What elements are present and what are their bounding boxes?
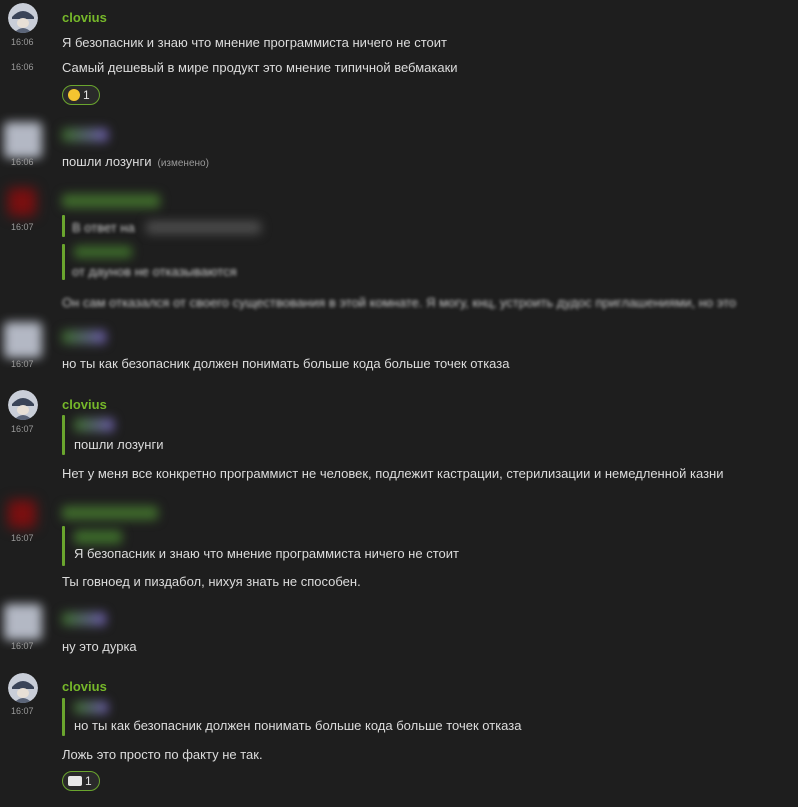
grinning-face-icon <box>68 89 80 101</box>
quote-text: от даунов не отказываются <box>72 264 237 279</box>
timestamp: 16:06 <box>11 157 34 167</box>
quote-bar <box>62 698 65 736</box>
sender-name-blurred[interactable] <box>62 506 158 520</box>
sender-name[interactable]: clovius <box>62 10 107 25</box>
sender-name[interactable]: clovius <box>62 397 107 412</box>
avatar-blurred[interactable] <box>4 322 42 358</box>
quote-text: пошли лозунги <box>74 437 164 452</box>
message-text: ну это дурка <box>62 639 137 654</box>
message-body: пошли лозунги <box>62 154 152 169</box>
avatar-clovius[interactable] <box>8 3 38 33</box>
quote-sender-blurred <box>74 246 132 258</box>
message-text: Ложь это просто по факту не так. <box>62 747 263 762</box>
reply-label: В ответ на <box>72 220 135 235</box>
message-text: Ты говноед и пиздабол, нихуя знать не сп… <box>62 574 361 589</box>
avatar-image <box>8 3 38 33</box>
message-text: Нет у меня все конкретно программист не … <box>62 466 724 481</box>
quote-text: но ты как безопасник должен понимать бол… <box>74 718 522 733</box>
quote-sender-blurred <box>74 418 114 432</box>
avatar-blurred[interactable] <box>8 500 36 528</box>
quote-bar <box>62 244 65 280</box>
avatar-blurred[interactable] <box>8 188 36 216</box>
avatar-clovius[interactable] <box>8 390 38 420</box>
reaction-count: 1 <box>83 88 90 102</box>
edited-label: (изменено) <box>157 158 209 169</box>
reaction-count: 1 <box>85 774 92 788</box>
quote-bar <box>62 526 65 566</box>
sender-name-blurred[interactable] <box>62 612 106 626</box>
message-text: Самый дешевый в мире продукт это мнение … <box>62 60 458 75</box>
avatar-image <box>8 390 38 420</box>
reaction-badge[interactable]: 1 <box>62 85 100 105</box>
reaction-badge[interactable]: 1 <box>62 771 100 791</box>
quote-sender-blurred <box>74 530 122 544</box>
quote-bar <box>62 415 65 455</box>
quote-sender-blurred <box>74 701 108 714</box>
message-text: пошли лозунги (изменено) <box>62 154 209 169</box>
avatar-blurred[interactable] <box>4 122 42 158</box>
reply-target-blurred[interactable] <box>146 221 261 234</box>
timestamp: 16:06 <box>11 62 34 72</box>
timestamp: 16:07 <box>11 533 34 543</box>
message-text: Он сам отказался от своего существования… <box>62 295 737 310</box>
sender-name-blurred[interactable] <box>62 330 106 344</box>
sender-name-blurred[interactable] <box>62 194 160 208</box>
message-text: но ты как безопасник должен понимать бол… <box>62 356 510 371</box>
ambulance-icon <box>68 776 82 786</box>
message-text: Я безопасник и знаю что мнение программи… <box>62 35 447 50</box>
timestamp: 16:07 <box>11 359 34 369</box>
avatar-image <box>8 673 38 703</box>
timestamp: 16:07 <box>11 641 34 651</box>
timestamp: 16:07 <box>11 706 34 716</box>
timestamp: 16:07 <box>11 424 34 434</box>
timestamp: 16:06 <box>11 37 34 47</box>
avatar-blurred[interactable] <box>4 604 42 640</box>
quote-bar <box>62 215 65 237</box>
avatar-clovius[interactable] <box>8 673 38 703</box>
timestamp: 16:07 <box>11 222 34 232</box>
sender-name[interactable]: clovius <box>62 679 107 694</box>
quote-text: Я безопасник и знаю что мнение программи… <box>74 546 459 561</box>
sender-name-blurred[interactable] <box>62 128 108 142</box>
